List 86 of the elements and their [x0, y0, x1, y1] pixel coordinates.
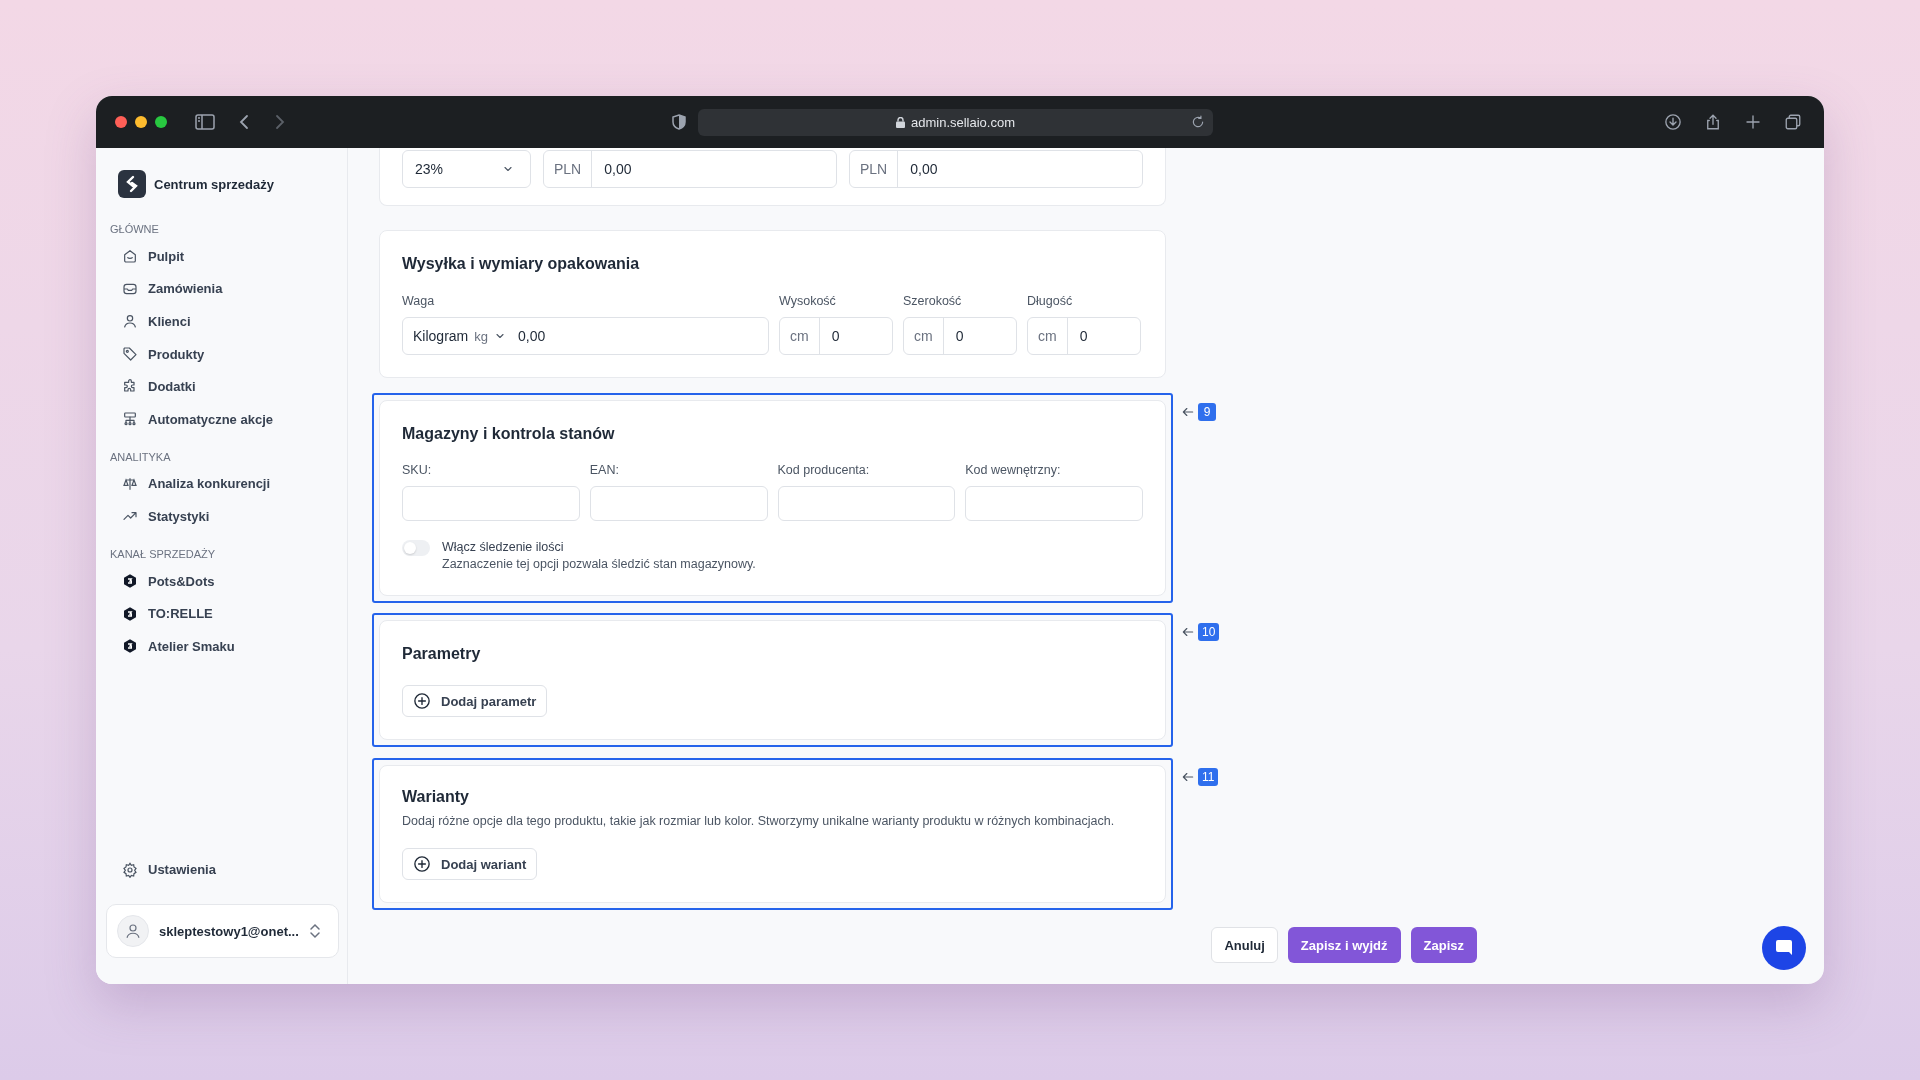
download-icon[interactable]	[1664, 113, 1682, 131]
number-badge: 10	[1198, 623, 1220, 641]
save-button[interactable]: Zapisz i wyjdź	[1287, 927, 1401, 963]
reload-icon[interactable]	[1191, 114, 1205, 129]
section-heading: KANAŁ SPRZEDAŻY	[110, 546, 217, 561]
section-heading: ANALITYKA	[110, 449, 172, 464]
brand-name: Centrum sprzedaży	[154, 176, 274, 192]
price-field[interactable]: PLN 0,00	[849, 150, 1143, 188]
account-switcher[interactable]: skleptestowy1@onet...	[106, 904, 339, 958]
field-label: Szerokość	[903, 293, 963, 310]
section-heading: GŁÓWNE	[110, 222, 160, 236]
vat-select[interactable]: 23%	[402, 150, 531, 188]
house-icon	[122, 248, 138, 265]
card-title: Wysyłka i wymiary opakowania	[402, 254, 641, 274]
toggle-label: Włącz śledzenie ilości	[442, 539, 565, 556]
avatar-icon	[117, 915, 149, 947]
dimension-field[interactable]: cm 0	[903, 317, 1017, 355]
input-field[interactable]	[402, 486, 580, 521]
number-badge: 11	[1198, 768, 1219, 786]
nav-item[interactable]: Statystyki	[110, 500, 333, 533]
input-field[interactable]	[777, 486, 956, 521]
url-text: admin.sellaio.com	[910, 114, 1015, 130]
arrow-left-icon	[1181, 625, 1195, 639]
nav-item[interactable]: Klienci	[110, 305, 333, 338]
weight-field[interactable]: Kilogram kg 0,00	[402, 317, 769, 355]
flowchart-icon	[122, 411, 138, 428]
gear-icon	[122, 861, 138, 878]
puzzle-icon	[122, 378, 138, 395]
add-variant-button[interactable]: Dodaj wariant	[402, 848, 538, 880]
chevron-updown-icon	[308, 923, 321, 939]
nav-item[interactable]: Dodatki	[110, 370, 333, 403]
nav-item[interactable]: Pots&Dots	[110, 564, 333, 598]
lock-icon	[895, 116, 905, 128]
cancel-button[interactable]: Anuluj	[1211, 927, 1278, 963]
hexagon-icon	[122, 605, 138, 622]
field-label: Kod wewnętrzny:	[965, 462, 1062, 479]
shield-icon[interactable]	[672, 114, 686, 130]
card-description: Dodaj różne opcje dla tego produktu, takie jak rozmiar lub kolor. Stworzymy unikalne warianty produktu w różnych kombinacjach.	[402, 813, 1116, 830]
field-label: Długość	[1027, 293, 1074, 310]
price-field[interactable]: PLN 0,00	[543, 150, 837, 188]
field-label: Waga	[402, 293, 436, 310]
nav-item[interactable]: Ustawienia	[110, 853, 333, 886]
add-parameter-button[interactable]: Dodaj parametr	[402, 685, 548, 717]
dimension-field[interactable]: cm 0	[779, 317, 893, 355]
scales-icon	[122, 475, 138, 492]
forward-icon[interactable]	[273, 114, 287, 130]
nav-item[interactable]: Pulpit	[110, 240, 333, 273]
arrow-left-icon	[1181, 770, 1195, 784]
share-icon[interactable]	[1704, 113, 1722, 131]
toggle-switch[interactable]	[402, 540, 430, 556]
minimize-dot[interactable]	[135, 116, 147, 128]
card-title: Magazyny i kontrola stanów	[402, 424, 616, 444]
back-icon[interactable]	[237, 114, 251, 130]
chat-button[interactable]	[1762, 926, 1806, 970]
input-field[interactable]	[965, 486, 1143, 521]
card-title: Parametry	[402, 644, 482, 664]
number-badge: 9	[1198, 403, 1216, 421]
nav-item[interactable]: Analiza konkurencji	[110, 467, 333, 501]
field-label: SKU:	[402, 462, 433, 479]
hexagon-icon	[122, 638, 138, 655]
tag-icon	[122, 346, 138, 363]
hexagon-icon	[122, 573, 138, 590]
toggle-hint: Zaznaczenie tej opcji pozwala śledzić stan magazynowy.	[442, 556, 756, 573]
nav-item[interactable]: Zamówienia	[110, 272, 333, 306]
close-dot[interactable]	[115, 116, 127, 128]
zoom-dot[interactable]	[155, 116, 167, 128]
input-field[interactable]	[589, 486, 768, 521]
card-title: Warianty	[402, 787, 470, 807]
arrow-left-icon	[1181, 405, 1195, 419]
plus-circle-icon	[413, 692, 431, 710]
field-label: EAN:	[589, 462, 620, 479]
address-bar[interactable]: admin.sellaio.com	[698, 108, 1213, 136]
nav-item[interactable]: TO:RELLE	[110, 597, 333, 630]
nav-item[interactable]: Produkty	[110, 337, 333, 371]
plus-icon[interactable]	[1744, 113, 1762, 131]
sidebar-toggle-icon[interactable]	[195, 114, 215, 130]
nav-item[interactable]: Automatyczne akcje	[110, 402, 333, 436]
field-label: Wysokość	[779, 293, 837, 310]
plus-circle-icon	[413, 855, 431, 873]
dimension-field[interactable]: cm 0	[1027, 317, 1141, 355]
logo-icon	[118, 170, 146, 198]
save-button[interactable]: Zapisz	[1410, 927, 1477, 963]
tabs-icon[interactable]	[1784, 113, 1802, 131]
nav-item[interactable]: Atelier Smaku	[110, 629, 333, 663]
person-icon	[122, 313, 138, 330]
field-label: Kod producenta:	[777, 462, 871, 479]
